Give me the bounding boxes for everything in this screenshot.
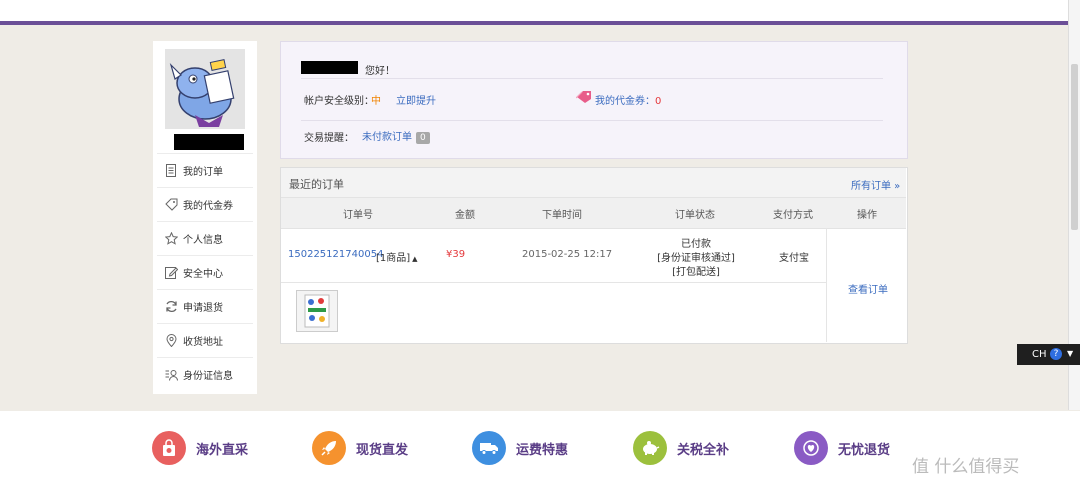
status-paid: 已付款 — [681, 239, 711, 250]
rhino-mascot-icon — [165, 49, 245, 129]
orders-title: 最近的订单 — [289, 178, 344, 191]
sidebar-item-orders[interactable]: 我的订单 — [157, 153, 253, 187]
rocket-icon — [312, 431, 346, 465]
product-image-icon — [297, 291, 337, 331]
top-bar — [0, 0, 1080, 21]
piggy-bank-icon — [633, 431, 667, 465]
status-id-approved: [身份证审核通过] — [657, 253, 735, 264]
edit-icon — [164, 266, 178, 280]
order-number-link[interactable]: 150225121740054 — [288, 249, 383, 260]
help-icon[interactable]: ? — [1050, 348, 1062, 360]
trade-reminder-label: 交易提醒： — [304, 133, 354, 144]
column-header: 操作 — [857, 210, 877, 221]
sidebar-item-address[interactable]: 收货地址 — [157, 323, 253, 357]
star-icon — [164, 232, 178, 246]
feature-label: 现货直发 — [356, 442, 409, 458]
sidebar-item-id-info[interactable]: 身份证信息 — [157, 357, 253, 391]
feature-label: 无忧退货 — [838, 442, 891, 458]
unpaid-orders-label: 未付款订单 — [362, 132, 412, 143]
location-pin-icon — [164, 334, 178, 348]
truck-icon — [472, 431, 506, 465]
ime-indicator[interactable]: CH ? ▼ — [1017, 344, 1080, 365]
unpaid-orders-link[interactable]: 未付款订单 0 — [362, 128, 430, 144]
orders-panel-header — [281, 168, 906, 197]
sidebar-item-security[interactable]: 安全中心 — [157, 255, 253, 289]
coupon-tag-icon — [575, 90, 592, 107]
column-header: 下单时间 — [542, 210, 582, 221]
scrollbar-thumb[interactable] — [1071, 64, 1078, 230]
feature-shipping-discount: 运费特惠 — [472, 430, 568, 466]
security-level-label: 帐户安全级别： — [304, 96, 374, 107]
feature-easy-returns: 无忧退货 — [794, 430, 890, 466]
username-redacted — [174, 134, 244, 150]
security-level-value: 中 — [371, 96, 381, 107]
id-card-icon — [164, 368, 178, 382]
shopping-bag-icon — [152, 431, 186, 465]
greeting-text: 您好！ — [365, 66, 395, 77]
column-header: 订单号 — [343, 210, 373, 221]
sidebar-item-label: 我的订单 — [183, 167, 223, 178]
feature-tax-covered: 关税全补 — [633, 430, 729, 466]
username-redacted — [301, 61, 358, 74]
caret-up-icon: ▲ — [412, 255, 418, 263]
heart-return-icon — [794, 431, 828, 465]
sidebar-item-label: 申请退货 — [183, 303, 223, 314]
upgrade-security-link[interactable]: 立即提升 — [396, 92, 436, 107]
feature-overseas-sourcing: 海外直采 — [152, 430, 248, 466]
order-amount: ¥39 — [446, 249, 466, 260]
row-divider — [281, 282, 826, 283]
divider — [301, 120, 883, 121]
document-icon — [164, 164, 178, 178]
top-accent-line — [0, 21, 1080, 25]
chevron-down-icon[interactable]: ▼ — [1067, 349, 1073, 358]
avatar[interactable] — [165, 49, 245, 129]
column-header: 支付方式 — [773, 210, 813, 221]
tag-icon — [164, 198, 178, 212]
payment-method: 支付宝 — [779, 253, 809, 264]
all-orders-link[interactable]: 所有订单 » — [851, 177, 900, 192]
ime-language-label: CH — [1032, 349, 1047, 360]
sidebar-item-coupons[interactable]: 我的代金券 — [157, 187, 253, 221]
coupon-count: 0 — [655, 96, 662, 107]
item-count-toggle[interactable]: [1商品] ▲ — [376, 249, 418, 264]
item-count: [1商品] — [376, 253, 411, 264]
order-time: 2015-02-25 12:17 — [522, 249, 613, 260]
coupon-link[interactable]: 我的代金券：0 — [595, 92, 661, 107]
sidebar-item-returns[interactable]: 申请退货 — [157, 289, 253, 323]
view-order-link[interactable]: 查看订单 — [848, 281, 888, 296]
feature-label: 关税全补 — [677, 442, 730, 458]
refresh-icon — [164, 300, 178, 314]
unpaid-count-badge: 0 — [416, 132, 430, 144]
sidebar-item-label: 个人信息 — [183, 235, 223, 246]
feature-label: 运费特惠 — [516, 442, 569, 458]
column-header: 金额 — [455, 210, 475, 221]
sidebar-item-label: 我的代金券 — [183, 201, 233, 212]
status-shipping: [打包配送] — [672, 267, 720, 278]
sidebar-item-profile[interactable]: 个人信息 — [157, 221, 253, 255]
product-thumbnail[interactable] — [296, 290, 338, 332]
feature-in-stock-shipping: 现货直发 — [312, 430, 408, 466]
watermark: 值 什么值得买 — [912, 457, 1020, 477]
divider — [301, 78, 883, 79]
sidebar-item-label: 身份证信息 — [183, 371, 233, 382]
feature-label: 海外直采 — [196, 442, 249, 458]
column-divider — [826, 228, 827, 342]
coupon-label: 我的代金券： — [595, 96, 655, 107]
sidebar-item-label: 收货地址 — [183, 337, 223, 348]
column-header: 订单状态 — [675, 210, 715, 221]
sidebar-item-label: 安全中心 — [183, 269, 223, 280]
